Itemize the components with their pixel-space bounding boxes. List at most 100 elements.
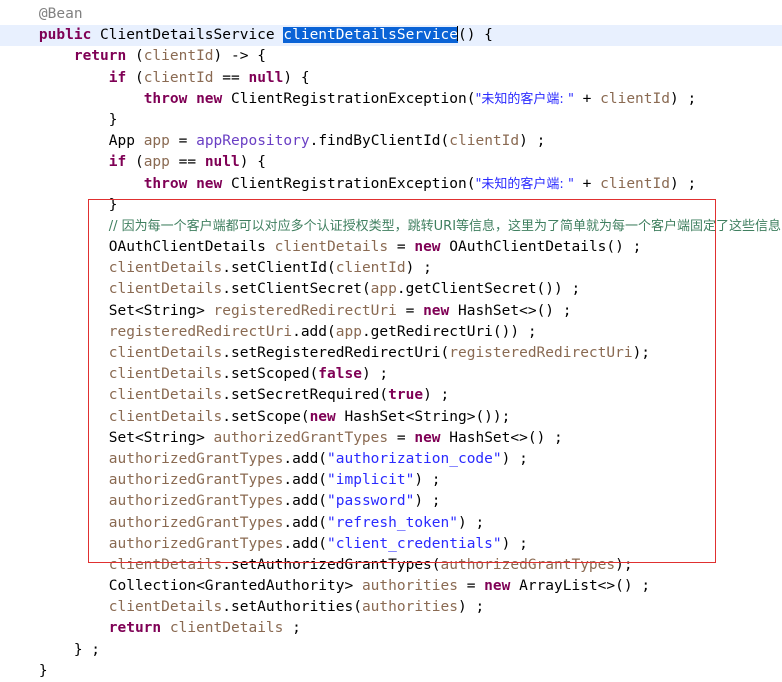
code-token: = [457,578,485,595]
variable-token: clientDetails [108,387,223,404]
code-token: ArrayList<>() ; [510,578,651,595]
variable-token: clientDetails [274,239,389,256]
code-token: App [108,133,144,150]
keyword-token: if [108,154,127,171]
code-token: HashSet<>() ; [440,429,563,446]
code-line[interactable]: clientDetails.setScope(new HashSet<Strin… [0,407,782,428]
code-token: ); [632,345,651,361]
code-line[interactable]: clientDetails.setScoped(false) ; [0,364,782,385]
code-line[interactable]: OAuthClientDetails clientDetails = new O… [0,237,782,258]
code-line[interactable]: authorizedGrantTypes.add("implicit") ; [0,470,782,491]
keyword-token: new [309,408,336,425]
code-line[interactable]: throw new ClientRegistrationException("未… [0,89,782,110]
code-token: () { [457,27,493,44]
code-line[interactable]: public ClientDetailsService clientDetail… [0,25,782,47]
code-line[interactable]: @Bean [0,4,782,25]
code-line[interactable]: Collection<GrantedAuthority> authorities… [0,576,782,597]
code-token: .setScope( [222,408,310,425]
code-line[interactable]: registeredRedirectUri.add(app.getRedirec… [0,322,782,343]
code-token: .setRegisteredRedirectUri( [222,345,450,361]
code-line[interactable]: clientDetails.setAuthorizedGrantTypes(au… [0,555,782,576]
code-line[interactable]: authorizedGrantTypes.add("password") ; [0,491,782,512]
variable-token: clientDetails [108,599,223,616]
keyword-token: throw [143,175,188,192]
code-comment: // 因为每一个客户端都可以对应多个认证授权类型，跳转URI等信息，这里为了简单… [108,218,782,234]
variable-token: authorizedGrantTypes [213,429,389,446]
code-token: Set<String> [108,302,214,319]
code-line[interactable]: authorizedGrantTypes.add("client_credent… [0,534,782,555]
code-token: ) ; [361,366,389,383]
code-line[interactable]: clientDetails.setRegisteredRedirectUri(r… [0,343,782,364]
code-line[interactable]: } [0,195,782,216]
code-token: } [108,111,118,128]
code-line[interactable]: return clientDetails ; [0,618,782,639]
code-line[interactable]: if (app == null) { [0,152,782,173]
string-literal: "未知的客户端: " [475,176,574,192]
code-token: == [213,69,249,86]
variable-token: authorizedGrantTypes [108,493,284,510]
code-line[interactable]: // 因为每一个客户端都可以对应多个认证授权类型，跳转URI等信息，这里为了简单… [0,216,782,237]
keyword-token: if [108,69,127,86]
code-line[interactable]: clientDetails.setSecretRequired(true) ; [0,385,782,406]
variable-token: registeredRedirectUri [108,323,293,340]
variable-token: app [335,323,362,340]
code-token: .add( [283,472,328,489]
code-token: ) ; [414,493,441,510]
code-line[interactable]: throw new ClientRegistrationException("未… [0,174,782,195]
code-token: OAuthClientDetails() ; [440,239,642,256]
selected-identifier[interactable]: clientDetailsService [283,27,458,44]
code-line[interactable]: clientDetails.setAuthorities(authorities… [0,597,782,618]
code-token: ); [615,556,633,573]
code-line[interactable]: if (clientId == null) { [0,68,782,89]
code-line[interactable]: authorizedGrantTypes.add("authorization_… [0,449,782,470]
code-line[interactable]: Set<String> registeredRedirectUri = new … [0,301,782,322]
keyword-token: new [414,239,441,256]
code-line[interactable]: clientDetails.setClientId(clientId) ; [0,258,782,279]
code-token: Collection<GrantedAuthority> [108,578,362,595]
variable-token: app [370,281,397,298]
code-line[interactable]: Set<String> authorizedGrantTypes = new H… [0,428,782,449]
code-line[interactable]: return (clientId) -> { [0,46,782,67]
code-token: ) ; [669,175,697,192]
code-token: = [396,302,424,319]
code-line[interactable]: authorizedGrantTypes.add("refresh_token"… [0,513,782,534]
variable-token: clientId [143,69,214,86]
code-line[interactable]: App app = appRepository.findByClientId(c… [0,131,782,152]
string-literal: "implicit" [327,472,415,489]
variable-token: clientDetails [108,260,223,277]
code-token: .setClientSecret( [222,281,371,298]
keyword-token: new [196,175,223,192]
variable-token: clientDetails [108,281,223,298]
code-surface[interactable]: @Bean public ClientDetailsService client… [0,0,782,682]
code-token: .getClientSecret()) ; [396,281,581,298]
code-line[interactable]: } ; [0,640,782,661]
variable-token: clientId [600,175,670,192]
variable-token: authorizedGrantTypes [440,556,616,573]
code-line[interactable]: } [0,110,782,131]
variable-token: clientId [449,133,520,150]
code-token: .add( [283,493,328,510]
code-editor[interactable]: @Bean public ClientDetailsService client… [0,0,782,679]
code-token: .getRedirectUri()) ; [361,323,537,340]
code-token: .setAuthorizedGrantTypes( [222,556,441,573]
code-token: .setScoped( [222,366,319,383]
code-line[interactable]: clientDetails.setClientSecret(app.getCli… [0,279,782,300]
code-token: == [169,154,205,171]
code-line[interactable]: } [0,661,782,682]
code-token: ( [126,154,144,171]
variable-token: authorities [361,578,458,595]
field-token: appRepository [196,133,310,150]
